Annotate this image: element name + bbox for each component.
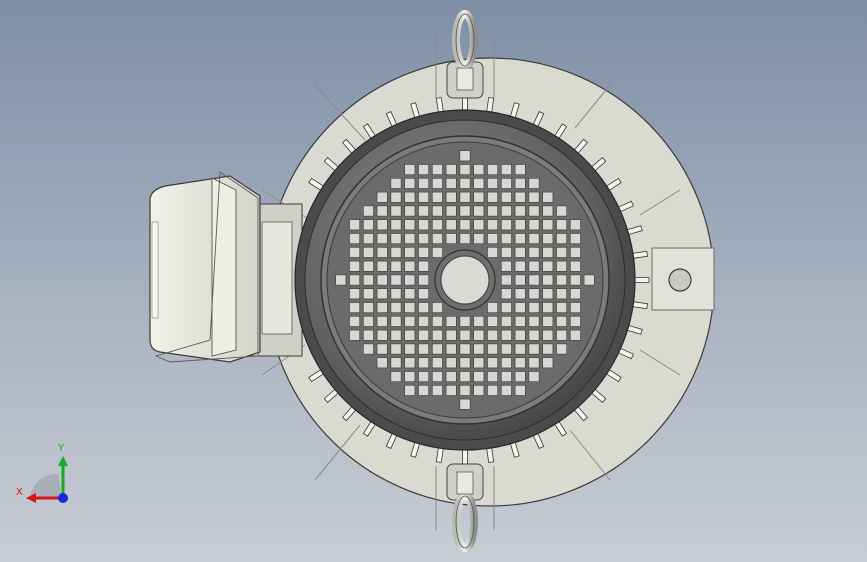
- y-axis-label: Y: [58, 443, 65, 454]
- x-axis-label: X: [16, 487, 23, 498]
- graphics-viewport[interactable]: X Y: [0, 0, 867, 562]
- axis-triad: [26, 456, 68, 503]
- z-axis-dot: [58, 493, 68, 503]
